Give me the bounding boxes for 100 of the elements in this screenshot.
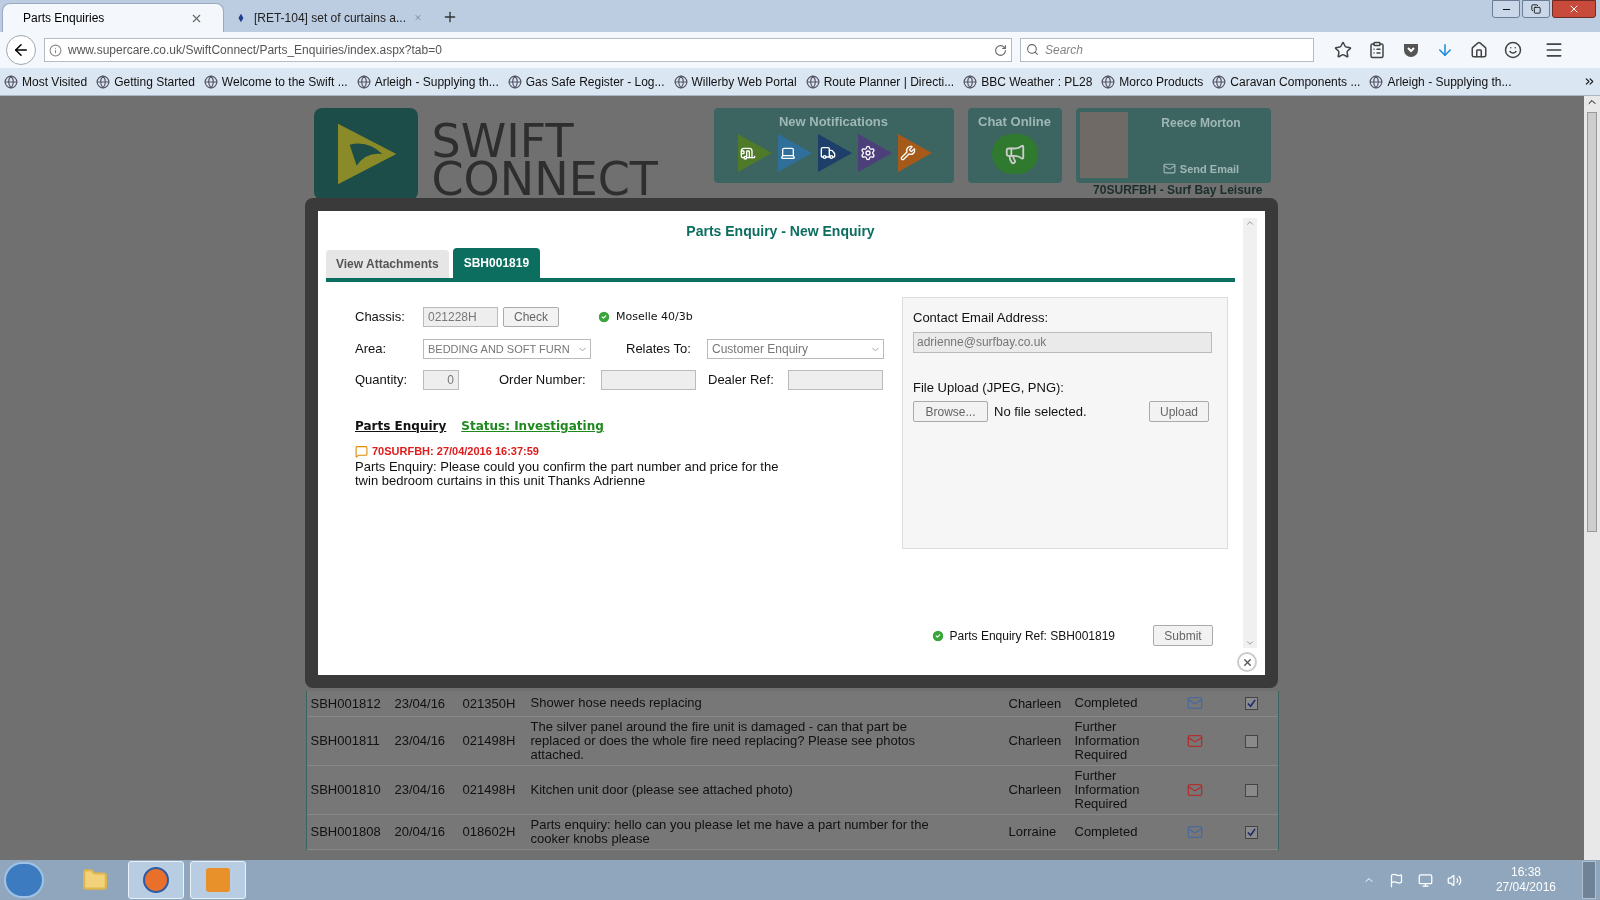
bookmark-link[interactable]: Caravan Components ... xyxy=(1212,72,1361,91)
table-cell-text: 23/04/16 xyxy=(394,732,447,751)
smiley-icon[interactable] xyxy=(1504,41,1522,59)
table-cell-text: The silver panel around the fire unit is damaged - can that part be replaced or does the whole fire need replacing? Please see photos attached. xyxy=(530,720,916,762)
dealer-ref-field[interactable] xyxy=(788,370,883,390)
table-cell-text: Charleen xyxy=(1008,694,1063,713)
info-icon xyxy=(49,43,62,57)
reading-list-icon[interactable] xyxy=(1368,41,1386,59)
table-cell-text: Further Information Required xyxy=(1074,720,1141,762)
browser-tab[interactable]: Parts Enquiries xyxy=(2,3,224,32)
order-number-field[interactable] xyxy=(601,370,696,390)
table-cell-text: SBH001811 xyxy=(310,732,381,751)
globe-icon xyxy=(203,74,218,89)
home-icon[interactable] xyxy=(1470,41,1488,59)
scrollbar[interactable] xyxy=(1584,96,1600,860)
close-button[interactable] xyxy=(1552,0,1596,18)
bookmark-link[interactable]: Route Planner | Directi... xyxy=(805,72,955,91)
table-cell-text: 018602H xyxy=(462,823,517,842)
speaker-icon[interactable] xyxy=(1446,872,1462,888)
checkbox[interactable] xyxy=(1244,783,1258,797)
table-cell-text: Completed xyxy=(1074,825,1139,839)
status-link[interactable]: Status: Investigating xyxy=(461,417,604,435)
scroll-up-icon[interactable] xyxy=(1245,218,1255,228)
field-label: Contact Email Address: xyxy=(913,309,1050,327)
field-label: File Upload (JPEG, PNG): xyxy=(913,378,1065,397)
table-cell-text: 021350H xyxy=(462,694,517,713)
new-tab-icon[interactable] xyxy=(442,9,458,25)
bookmark-link[interactable]: Morco Products xyxy=(1101,72,1204,91)
reload-icon[interactable] xyxy=(994,43,1007,57)
bookmark-link[interactable]: Arleigh - Supplying th... xyxy=(1369,72,1512,91)
check-icon xyxy=(597,310,611,324)
checkbox[interactable] xyxy=(1244,734,1258,748)
table-cell-text: Lorraine xyxy=(1008,823,1058,842)
upload-button[interactable]: Upload xyxy=(1149,401,1209,422)
globe-icon xyxy=(1101,74,1116,89)
close-icon xyxy=(1241,656,1253,668)
bookmark-link[interactable]: Willerby Web Portal xyxy=(673,72,797,91)
globe-icon xyxy=(673,74,688,89)
address-field[interactable]: www.supercare.co.uk/SwiftConnect/Parts_Enquiries/index.aspx?tab=0 xyxy=(44,38,1012,62)
table-cell-text: SBH001808 xyxy=(310,823,382,842)
more-icon[interactable] xyxy=(1583,75,1596,88)
close-icon xyxy=(1568,3,1580,15)
reference-text: Parts Enquiry Ref: SBH001819 xyxy=(949,627,1115,645)
show-desktop-button[interactable] xyxy=(1582,861,1596,899)
checkbox[interactable] xyxy=(1244,825,1258,839)
table-cell-text: SBH001810 xyxy=(310,781,382,800)
mail-icon xyxy=(1162,162,1176,176)
browse-button[interactable]: Browse... xyxy=(913,401,988,422)
bookmark-link[interactable]: Getting Started xyxy=(96,72,195,91)
minimize-button[interactable] xyxy=(1492,0,1520,18)
section-heading: Parts Enquiry xyxy=(355,418,447,435)
bookmark-link[interactable]: Most Visited xyxy=(4,72,88,91)
search-field[interactable]: Search xyxy=(1020,38,1314,62)
globe-icon xyxy=(96,74,111,89)
chassis-field[interactable]: 021228H xyxy=(423,307,498,327)
restore-button[interactable] xyxy=(1522,0,1550,18)
table-cell-text: Shower hose needs replacing xyxy=(530,696,703,711)
start-button[interactable] xyxy=(4,862,44,898)
browser-tab[interactable]: [RET-104] set of curtains a... xyxy=(224,3,434,32)
table-cell-text: Kitchen unit door (please see attached photo) xyxy=(530,783,794,797)
model-name: Moselle 40/3b xyxy=(616,308,693,325)
browser-icon[interactable] xyxy=(128,861,184,899)
scrollbar[interactable] xyxy=(1243,218,1257,648)
table-cell-text: Charleen xyxy=(1008,781,1063,800)
check-button[interactable]: Check xyxy=(503,307,559,327)
field-label: Chassis: xyxy=(355,308,406,327)
relates-select[interactable]: Customer Enquiry xyxy=(707,339,884,359)
pocket-icon[interactable] xyxy=(1402,41,1420,59)
download-icon[interactable] xyxy=(1436,41,1454,59)
back-button[interactable] xyxy=(6,35,36,65)
checkbox[interactable] xyxy=(1244,696,1258,710)
search-icon xyxy=(1026,43,1039,56)
quantity-field[interactable]: 0 xyxy=(423,370,459,390)
table-cell-text: SBH001812 xyxy=(310,694,382,713)
back-icon xyxy=(12,41,30,59)
bookmark-link[interactable]: Gas Safe Register - Log... xyxy=(507,72,665,91)
globe-icon xyxy=(4,74,18,89)
panel-title: New Notifications xyxy=(778,113,889,131)
dialog-tab[interactable]: SBH001819 xyxy=(452,248,541,278)
submit-button[interactable]: Submit xyxy=(1153,625,1213,646)
scroll-down-icon[interactable] xyxy=(1245,638,1255,648)
network-icon[interactable] xyxy=(1417,872,1433,888)
menu-icon[interactable] xyxy=(1544,40,1564,60)
logo-text: CONNECT xyxy=(431,160,658,198)
table-cell-text: 021498H xyxy=(462,781,517,800)
field-label: Dealer Ref: xyxy=(708,371,775,390)
table-cell-text: 23/04/16 xyxy=(394,694,447,713)
flag-icon[interactable] xyxy=(1388,872,1404,888)
field-label: Order Number: xyxy=(499,371,587,390)
message-text: Parts Enquiry: Please could you confirm the part number and price for the twin bedroom curtains in this unit Thanks Adrienne xyxy=(355,459,780,488)
star-icon[interactable] xyxy=(1334,41,1352,59)
field-label: Relates To: xyxy=(626,340,692,359)
email-field[interactable]: adrienne@surfbay.co.uk xyxy=(913,331,1212,353)
bookmark-link[interactable]: Welcome to the Swift ... xyxy=(203,72,348,91)
clock-time: 16:38 xyxy=(1510,865,1541,880)
bookmark-link[interactable]: BBC Weather : PL28 xyxy=(963,72,1093,91)
bookmark-link[interactable]: Arleigh - Supplying th... xyxy=(356,72,499,91)
area-select[interactable]: BEDDING AND SOFT FURN xyxy=(423,339,591,359)
dialog-tab[interactable]: View Attachments xyxy=(326,250,449,278)
table-cell-text: 23/04/16 xyxy=(394,781,447,800)
